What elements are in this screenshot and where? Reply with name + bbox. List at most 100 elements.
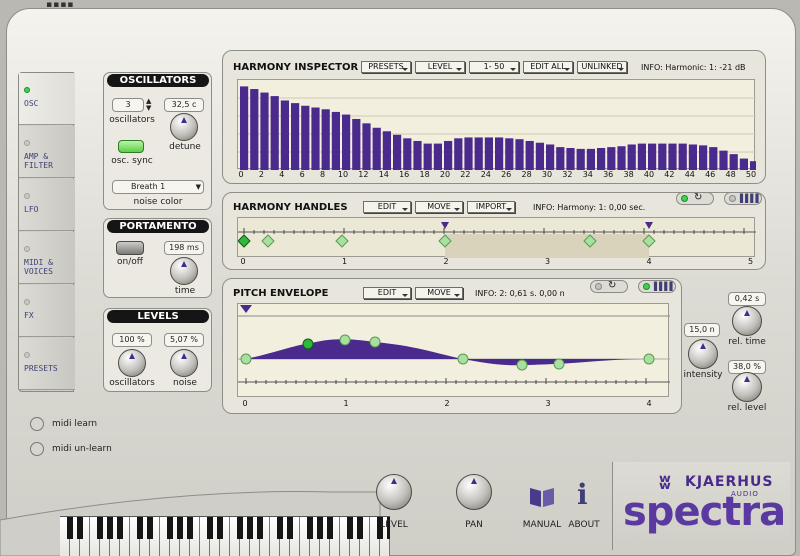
harmonic-bar[interactable]: [739, 158, 748, 170]
about-info-icon[interactable]: i: [577, 478, 588, 511]
button-edit-all[interactable]: EDIT ALL: [523, 61, 573, 73]
button-edit[interactable]: EDIT: [363, 201, 411, 213]
harmonic-bar[interactable]: [260, 92, 269, 170]
harmonic-bar[interactable]: [403, 138, 412, 170]
harmonic-bar[interactable]: [750, 161, 756, 170]
harmonic-bar[interactable]: [495, 137, 504, 170]
piano-black-key[interactable]: [207, 517, 213, 539]
piano-black-key[interactable]: [317, 517, 323, 539]
tab-amp-filter[interactable]: AMP & FILTER: [19, 126, 75, 178]
tab-osc[interactable]: OSC: [19, 73, 75, 125]
harmonic-bar[interactable]: [240, 86, 249, 170]
tab-lfo[interactable]: LFO: [19, 179, 75, 231]
harmonic-bar[interactable]: [546, 144, 555, 170]
harmonic-bar[interactable]: [250, 89, 259, 170]
envelope-node[interactable]: [302, 338, 314, 350]
button-move[interactable]: MOVE: [415, 201, 463, 213]
loop-end-marker-icon[interactable]: [645, 222, 653, 229]
noise-color-select[interactable]: Breath 1 ▼: [112, 180, 204, 194]
harmonic-bar[interactable]: [474, 137, 483, 170]
button-1-50[interactable]: 1- 50: [469, 61, 519, 73]
harmonic-bar[interactable]: [270, 96, 279, 170]
harmonic-bar[interactable]: [617, 146, 626, 170]
button-edit[interactable]: EDIT: [363, 287, 411, 299]
harmonic-bar[interactable]: [433, 143, 442, 170]
harmonic-bar[interactable]: [444, 140, 453, 170]
piano-black-key[interactable]: [167, 517, 173, 539]
harmonic-bar[interactable]: [484, 137, 493, 170]
envelope-node[interactable]: [369, 336, 381, 348]
piano-black-key[interactable]: [237, 517, 243, 539]
piano-black-key[interactable]: [177, 517, 183, 539]
portamento-onoff-toggle[interactable]: [116, 241, 144, 255]
harmonic-bar[interactable]: [454, 138, 463, 170]
button-presets[interactable]: PRESETS: [361, 61, 411, 73]
harmonic-bar[interactable]: [627, 144, 636, 170]
loop-start-marker-icon[interactable]: [441, 222, 449, 229]
harmonic-bar[interactable]: [637, 143, 646, 170]
harmonic-bar[interactable]: [556, 147, 565, 170]
harmony-handle-marker[interactable]: [335, 234, 349, 248]
harmonic-bar[interactable]: [311, 107, 320, 170]
harmonic-bar[interactable]: [291, 103, 300, 170]
harmonic-bar[interactable]: [525, 140, 534, 170]
rel-time-knob[interactable]: [732, 306, 762, 336]
envelope-node[interactable]: [457, 353, 469, 365]
harmonic-bar[interactable]: [586, 148, 595, 170]
harmony-handle-marker[interactable]: [238, 234, 251, 248]
harmonic-bar[interactable]: [342, 114, 351, 170]
harmony-handle-marker[interactable]: [261, 234, 275, 248]
harmonic-bar[interactable]: [464, 137, 473, 170]
piano-black-key[interactable]: [117, 517, 123, 539]
harmonic-bar[interactable]: [597, 148, 606, 170]
harmony-loop-button[interactable]: ↻: [676, 192, 714, 205]
harmonic-bar[interactable]: [729, 154, 738, 170]
osc-level-knob[interactable]: [118, 349, 146, 377]
master-level-knob[interactable]: [376, 474, 412, 510]
envelope-start-marker-icon[interactable]: [240, 305, 252, 313]
harmonic-bar[interactable]: [372, 127, 381, 170]
harmonic-bar[interactable]: [576, 148, 585, 170]
intensity-knob[interactable]: [688, 339, 718, 369]
harmonic-bar[interactable]: [362, 123, 371, 170]
osc-sync-toggle[interactable]: [118, 140, 144, 153]
piano-black-key[interactable]: [347, 517, 353, 539]
harmonic-bar[interactable]: [648, 143, 657, 170]
tab-presets[interactable]: PRESETS: [19, 338, 75, 390]
harmonic-bar[interactable]: [515, 139, 524, 170]
envelope-sync-button[interactable]: ▌▌▌▌: [638, 280, 676, 293]
oscillators-count-stepper[interactable]: ▲ ▼: [146, 98, 151, 112]
harmonic-bar[interactable]: [352, 118, 361, 170]
harmonic-bar[interactable]: [382, 131, 391, 170]
harmonic-bar[interactable]: [719, 150, 728, 170]
keyboard[interactable]: [60, 516, 390, 556]
envelope-node[interactable]: [516, 359, 528, 371]
master-pan-knob[interactable]: [456, 474, 492, 510]
button-level[interactable]: LEVEL: [415, 61, 465, 73]
tab-midi-voices[interactable]: MIDI & VOICES: [19, 232, 75, 284]
envelope-node[interactable]: [339, 334, 351, 346]
piano-black-key[interactable]: [217, 517, 223, 539]
midi-learn-button[interactable]: [30, 417, 44, 431]
piano-black-key[interactable]: [247, 517, 253, 539]
oscillators-count-field[interactable]: 3: [112, 98, 144, 112]
detune-knob[interactable]: [170, 113, 198, 141]
piano-black-key[interactable]: [97, 517, 103, 539]
harmonic-spectrum-area[interactable]: [237, 79, 756, 170]
rel-level-knob[interactable]: [732, 372, 762, 402]
harmonic-bar[interactable]: [393, 134, 402, 170]
harmonic-bar[interactable]: [678, 143, 687, 170]
button-import[interactable]: IMPORT: [467, 201, 515, 213]
harmonic-bar[interactable]: [280, 100, 289, 170]
piano-black-key[interactable]: [187, 517, 193, 539]
piano-black-key[interactable]: [107, 517, 113, 539]
harmonic-bar[interactable]: [301, 105, 310, 170]
tab-fx[interactable]: FX: [19, 285, 75, 337]
noise-level-knob[interactable]: [170, 349, 198, 377]
harmonic-bar[interactable]: [413, 140, 422, 170]
piano-black-key[interactable]: [137, 517, 143, 539]
harmonic-bar[interactable]: [535, 142, 544, 170]
piano-black-key[interactable]: [77, 517, 83, 539]
harmonic-bar[interactable]: [699, 145, 708, 170]
harmony-handles-area[interactable]: [237, 217, 756, 258]
